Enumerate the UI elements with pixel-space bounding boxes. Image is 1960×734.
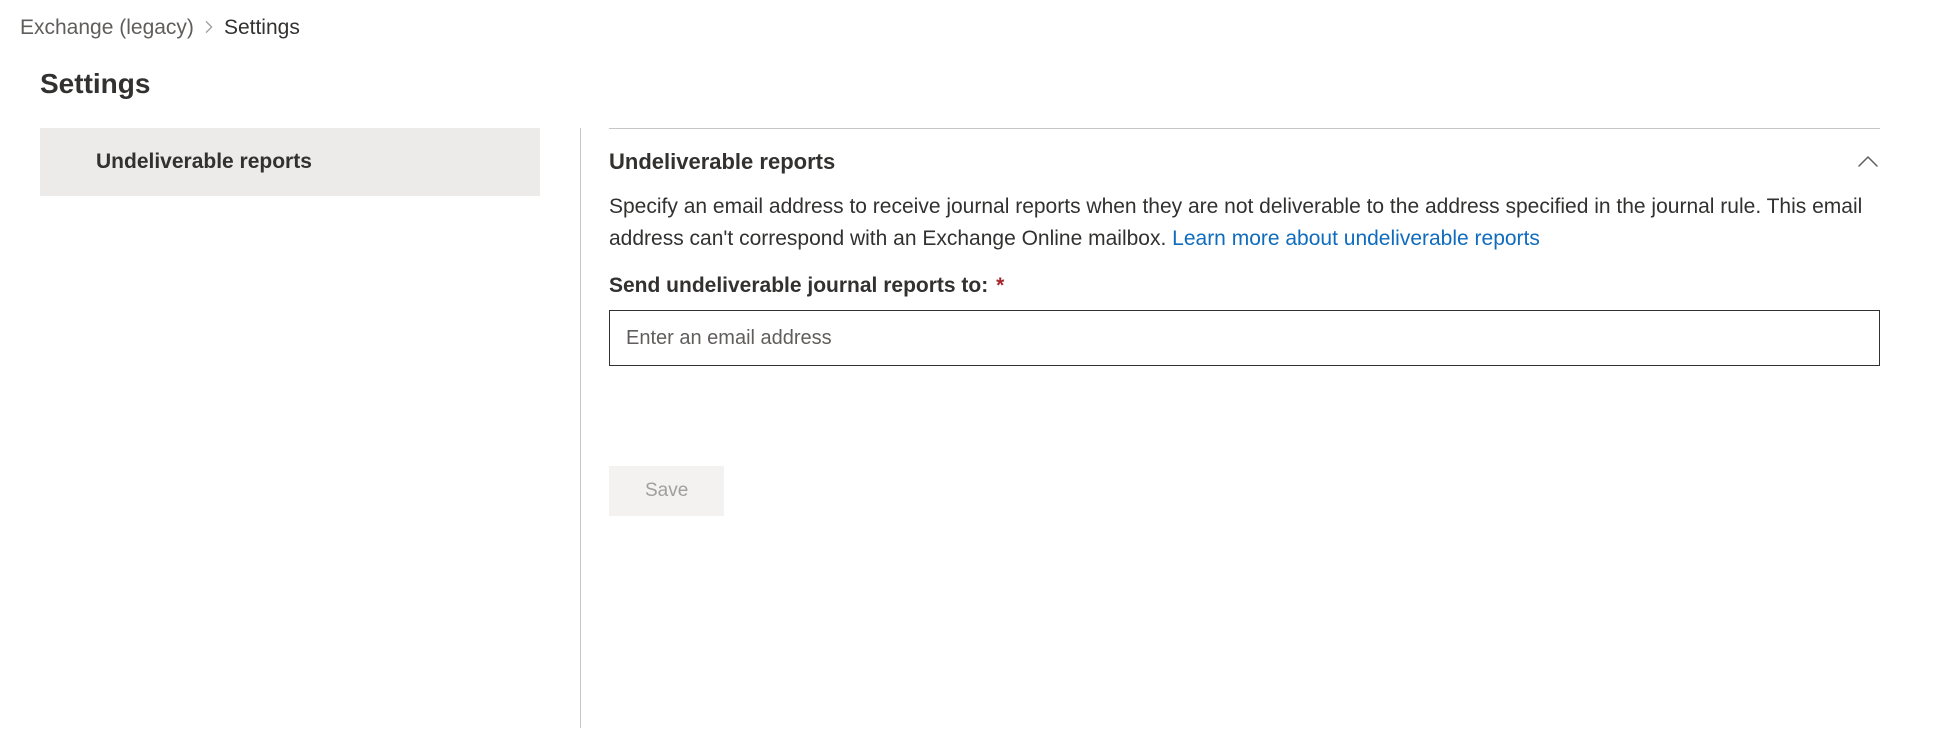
- chevron-right-icon: [202, 18, 216, 39]
- undeliverable-email-input[interactable]: [609, 310, 1880, 366]
- sidebar-item-undeliverable-reports[interactable]: Undeliverable reports: [40, 128, 540, 196]
- save-button[interactable]: Save: [609, 466, 724, 516]
- settings-sidebar: Undeliverable reports: [40, 128, 580, 728]
- chevron-up-icon: [1856, 150, 1880, 174]
- email-field-label: Send undeliverable journal reports to: *: [609, 274, 1880, 298]
- main-content: Undeliverable reports Specify an email a…: [581, 128, 1920, 728]
- breadcrumb: Exchange (legacy) Settings: [0, 0, 1960, 48]
- page-title: Settings: [40, 68, 1920, 100]
- breadcrumb-parent-link[interactable]: Exchange (legacy): [20, 16, 194, 40]
- required-indicator: *: [996, 274, 1004, 297]
- section-header-undeliverable-reports[interactable]: Undeliverable reports: [609, 149, 1880, 175]
- email-field-label-text: Send undeliverable journal reports to:: [609, 274, 988, 297]
- section-description: Specify an email address to receive jour…: [609, 191, 1880, 254]
- breadcrumb-current: Settings: [224, 16, 300, 40]
- section-title: Undeliverable reports: [609, 149, 835, 175]
- learn-more-link[interactable]: Learn more about undeliverable reports: [1172, 227, 1540, 250]
- section-top-border: [609, 128, 1880, 129]
